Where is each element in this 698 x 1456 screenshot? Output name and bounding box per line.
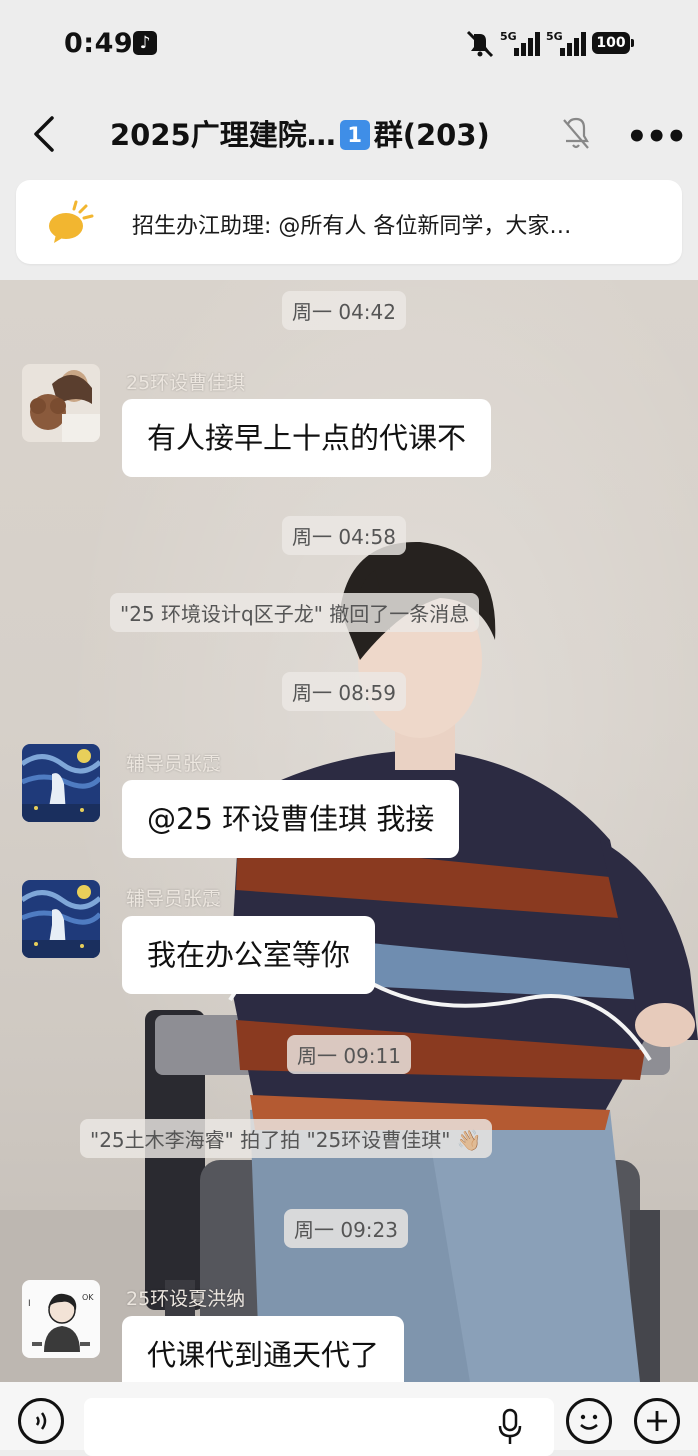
input-bar [0,1382,698,1456]
chat-title-name: 2025广理建院… [110,118,336,152]
avatar[interactable]: I OK [22,1280,100,1358]
avatar[interactable] [22,364,100,442]
signal-label: 5G [500,30,517,43]
battery-icon: 100 [592,32,634,54]
avatar-starry-night [22,744,100,822]
status-bar: 0:49 ♪ 5G 5G 100 [0,0,698,92]
timestamp: 周一 09:23 [284,1209,408,1248]
voice-icon[interactable] [18,1398,64,1444]
timestamp: 周一 08:59 [282,672,406,711]
avatar[interactable] [22,744,100,822]
message-bubble[interactable]: 我在办公室等你 [122,916,376,994]
message-bubble[interactable]: @25 环设曹佳琪 我接 [122,780,460,858]
sender-name: 辅导员张震 [126,888,222,910]
sender-name: 25环设曹佳琪 [126,372,246,394]
avatar-cartoon: I OK [22,1280,100,1358]
avatar-dog-photo [22,364,100,442]
svg-text:I: I [28,1299,31,1309]
system-notice: "25土木李海睿" 拍了拍 "25环设曹佳琪" 👋🏼 [80,1119,492,1158]
signal-5g-icon-2: 5G [546,30,588,58]
status-time: 0:49 [64,28,134,59]
title-number-badge: 1 [339,120,370,150]
chat-title: 2025广理建院… 1 群(203) [110,112,490,154]
message-bubble[interactable]: 代课代到通天代了 [122,1316,405,1382]
chat-area[interactable]: 周一 04:42 25环设曹佳琪 有人接早上十点的代课不 周一 04:58 "2… [0,280,698,1382]
tiktok-icon: ♪ [133,31,157,55]
signal-5g-icon: 5G [500,30,542,58]
timestamp: 周一 04:42 [282,291,406,330]
announcement-icon [49,200,94,243]
sender-name: 辅导员张震 [126,753,222,775]
system-notice: "25 环境设计q区子龙" 撤回了一条消息 [110,593,480,632]
mute-bell-icon[interactable] [560,116,592,152]
svg-text:OK: OK [82,1293,94,1302]
sender-name: 25环设夏洪纳 [126,1288,246,1310]
chat-header: 2025广理建院… 1 群(203) ••• [0,92,698,178]
back-icon[interactable] [28,112,62,156]
plus-icon[interactable] [634,1398,680,1444]
timestamp: 周一 09:11 [287,1035,411,1074]
mute-icon [466,30,494,58]
avatar-starry-night [22,880,100,958]
group-announcement[interactable]: 招生办江助理: @所有人 各位新同学，大家… [16,180,682,264]
chat-title-count: 群(203) [373,118,490,152]
message-bubble[interactable]: 有人接早上十点的代课不 [122,399,492,477]
announcement-text: 招生办江助理: @所有人 各位新同学，大家… [132,214,572,239]
emoji-icon[interactable] [566,1398,612,1444]
avatar[interactable] [22,880,100,958]
message-input[interactable] [84,1398,554,1456]
timestamp: 周一 04:58 [282,516,406,555]
signal-label-2: 5G [546,30,563,43]
more-icon[interactable]: ••• [626,120,687,154]
mic-icon[interactable] [496,1406,524,1446]
